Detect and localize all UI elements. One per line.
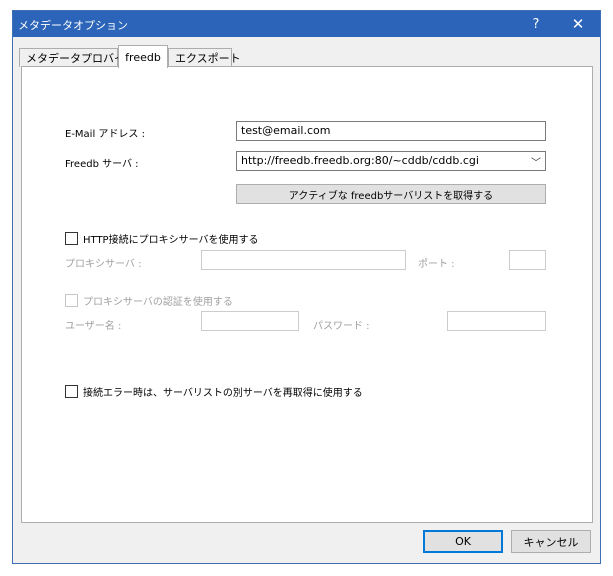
http-proxy-row[interactable]: HTTP接続にプロキシサーバを使用する (65, 231, 259, 246)
tab-metadata-provider[interactable]: メタデータプロバイダ (19, 48, 136, 67)
server-value: http://freedb.freedb.org:80/~cddb/cddb.c… (241, 154, 479, 167)
password-label: パスワード : (313, 321, 370, 332)
fetch-server-list-button[interactable]: アクティブな freedbサーバリストを取得する (236, 184, 546, 204)
http-proxy-checkbox[interactable] (65, 232, 78, 245)
freedb-panel: E-Mail アドレス : test@email.com Freedb サーバ … (21, 66, 593, 523)
email-field[interactable]: test@email.com (236, 121, 546, 141)
server-combobox[interactable]: http://freedb.freedb.org:80/~cddb/cddb.c… (236, 151, 546, 171)
proxy-auth-checkbox[interactable] (65, 294, 78, 307)
proxy-auth-label: プロキシサーバの認証を使用する (83, 297, 233, 308)
options-dialog: メタデータオプション ? ✕ メタデータプロバイダ freedb エクスポート … (12, 10, 601, 564)
ok-button[interactable]: OK (423, 530, 503, 553)
username-label: ユーザー名 : (65, 321, 122, 332)
tab-export[interactable]: エクスポート (168, 48, 241, 67)
title-bar[interactable]: メタデータオプション ? ✕ (13, 11, 600, 37)
username-field[interactable] (201, 311, 299, 331)
retry-row[interactable]: 接続エラー時は、サーバリストの別サーバを再取得に使用する (65, 384, 363, 399)
email-label: E-Mail アドレス : (65, 129, 145, 140)
proxy-server-field[interactable] (201, 250, 406, 270)
retry-checkbox[interactable] (65, 385, 78, 398)
chevron-down-icon[interactable]: ﹀ (531, 154, 541, 169)
close-icon[interactable]: ✕ (558, 11, 598, 37)
retry-label: 接続エラー時は、サーバリストの別サーバを再取得に使用する (83, 388, 363, 399)
port-field[interactable] (509, 250, 546, 270)
server-label: Freedb サーバ : (65, 159, 139, 170)
port-label: ポート : (418, 259, 455, 270)
proxy-server-label: プロキシサーバ : (65, 259, 142, 270)
password-field[interactable] (447, 311, 546, 331)
window-title: メタデータオプション (18, 19, 128, 32)
help-icon[interactable]: ? (516, 11, 556, 37)
proxy-auth-row[interactable]: プロキシサーバの認証を使用する (65, 293, 233, 308)
http-proxy-label: HTTP接続にプロキシサーバを使用する (83, 235, 259, 246)
cancel-button[interactable]: キャンセル (511, 530, 591, 553)
tab-freedb[interactable]: freedb (118, 45, 168, 68)
